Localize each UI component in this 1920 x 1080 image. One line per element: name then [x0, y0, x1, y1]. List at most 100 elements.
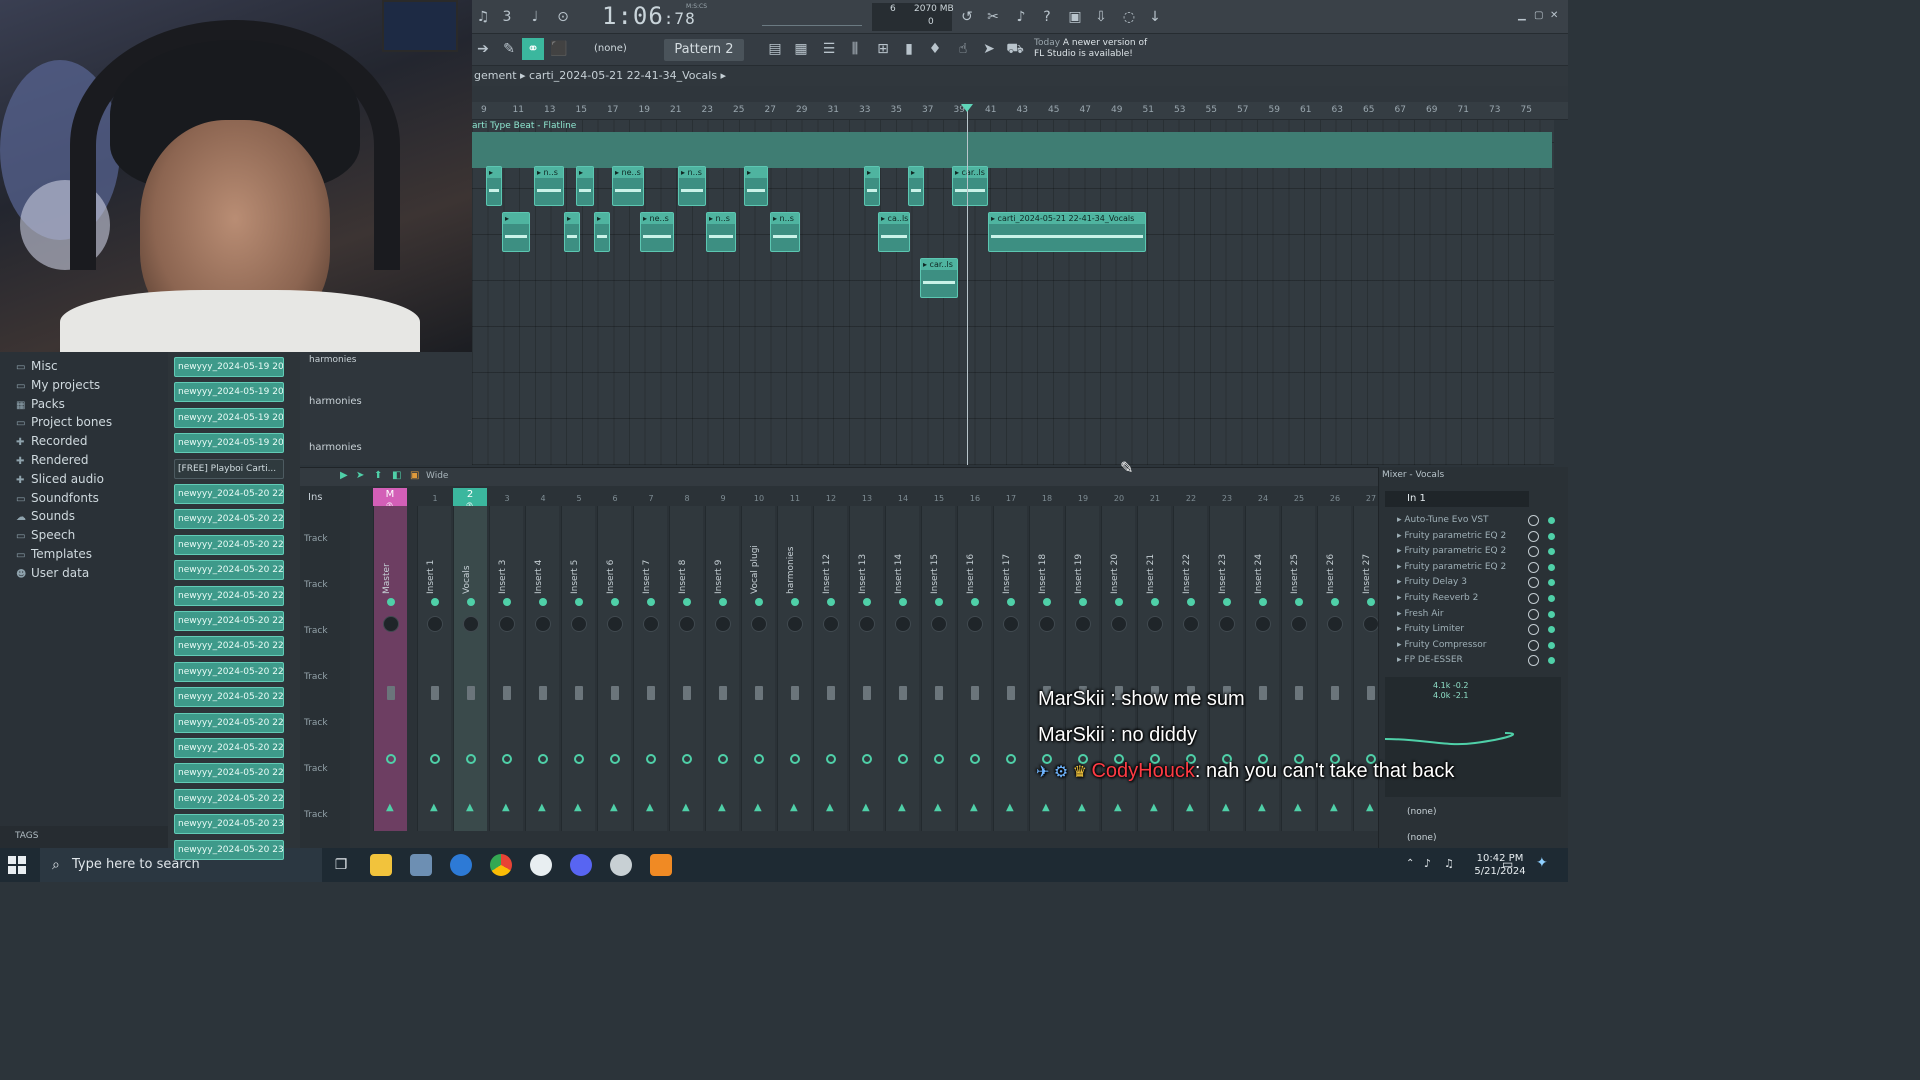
strip-led[interactable] [1079, 598, 1087, 606]
pan-knob[interactable] [1147, 616, 1163, 632]
mixer-strip[interactable]: Vocals ▲ [453, 506, 487, 831]
fx-ring-icon[interactable] [898, 754, 908, 764]
route-arrow-icon[interactable]: ▲ [386, 803, 396, 813]
browser-item-project-bones[interactable]: ▭ Project bones [16, 415, 112, 429]
pan-knob[interactable] [535, 616, 551, 632]
fx-ring-icon[interactable] [754, 754, 764, 764]
mixer-strip[interactable]: 7 Insert 7 ▲ [633, 494, 667, 831]
file-item[interactable]: newyyy_2024-05-20 22-... [174, 788, 284, 809]
route-arrow-icon[interactable]: ▲ [970, 803, 980, 813]
audio-clip[interactable]: ▸ [502, 212, 530, 252]
route-arrow-icon[interactable]: ▲ [1186, 803, 1196, 813]
volume-fader[interactable] [827, 686, 835, 700]
export-icon[interactable]: ⇩ [1090, 6, 1112, 28]
mixer-strip[interactable]: 6 Insert 6 ▲ [597, 494, 631, 831]
volume-fader[interactable] [935, 686, 943, 700]
fx-ring-icon[interactable] [574, 754, 584, 764]
pan-knob[interactable] [607, 616, 623, 632]
pan-knob[interactable] [895, 616, 911, 632]
pan-knob[interactable] [1111, 616, 1127, 632]
route-arrow-icon[interactable]: ▲ [790, 803, 800, 813]
slot-enable-led[interactable] [1548, 641, 1555, 649]
route-arrow-icon[interactable]: ▲ [718, 803, 728, 813]
strip-led[interactable] [1223, 598, 1231, 606]
pan-knob[interactable] [1219, 616, 1235, 632]
volume-fader[interactable] [431, 686, 439, 700]
pan-knob[interactable] [1255, 616, 1271, 632]
route-arrow-icon[interactable]: ▲ [646, 803, 656, 813]
audio-clip[interactable]: ▸ n..s [678, 166, 706, 206]
piano-roll-icon[interactable]: ▦ [790, 38, 812, 60]
obs-icon[interactable] [610, 854, 632, 876]
fx-ring-icon[interactable] [826, 754, 836, 764]
volume-fader[interactable] [611, 686, 619, 700]
mic-tray-icon[interactable]: ♪ [1424, 857, 1431, 870]
mixer-strip[interactable]: 17 Insert 17 ▲ [993, 494, 1027, 831]
pan-knob[interactable] [1291, 616, 1307, 632]
stamp-icon[interactable]: ⬛ [548, 38, 570, 60]
pan-knob[interactable] [1075, 616, 1091, 632]
slot-enable-led[interactable] [1548, 579, 1555, 587]
file-item[interactable]: newyyy_2024-05-20 22-... [174, 763, 284, 784]
mixer-strip[interactable]: 8 Insert 8 ▲ [669, 494, 703, 831]
strip-led[interactable] [1187, 598, 1195, 606]
slot-enable-led[interactable] [1548, 657, 1555, 665]
mix-knob-icon[interactable] [1528, 546, 1539, 558]
pan-knob[interactable] [463, 616, 479, 632]
pan-knob[interactable] [1039, 616, 1055, 632]
pan-knob[interactable] [643, 616, 659, 632]
strip-led[interactable] [755, 598, 763, 606]
volume-fader[interactable] [467, 686, 475, 700]
effect-slot[interactable]: ▸ Fresh Air [1387, 607, 1557, 622]
audio-clip[interactable]: ▸ carti_2024-05-21 22-41-34_Vocals [988, 212, 1146, 252]
browser-item-recorded[interactable]: ✚ Recorded [16, 434, 87, 448]
route-arrow-icon[interactable]: ▲ [682, 803, 692, 813]
strip-led[interactable] [1007, 598, 1015, 606]
route-arrow-icon[interactable]: ▲ [1222, 803, 1232, 813]
strip-led[interactable] [1043, 598, 1051, 606]
strip-led[interactable] [611, 598, 619, 606]
slot-enable-led[interactable] [1548, 626, 1555, 634]
route-icon[interactable]: ➤ [356, 470, 364, 481]
route-arrow-icon[interactable]: ▲ [754, 803, 764, 813]
mixer-icon[interactable]: ⫼ [844, 38, 866, 60]
browser-icon[interactable]: ⊞ [872, 38, 894, 60]
minimize-icon[interactable]: ▁ [1518, 10, 1526, 21]
strip-led[interactable] [899, 598, 907, 606]
pan-knob[interactable] [1363, 616, 1379, 632]
browser-item-templates[interactable]: ▭ Templates [16, 547, 92, 561]
pan-knob[interactable] [427, 616, 443, 632]
fx-ring-icon[interactable] [386, 754, 396, 764]
fx-ring-icon[interactable] [646, 754, 656, 764]
effect-slot[interactable]: ▸ Fruity parametric EQ 2 [1387, 529, 1557, 544]
route-arrow-icon[interactable]: ▲ [538, 803, 548, 813]
file-item[interactable]: newyyy_2024-05-20 22-... [174, 560, 284, 581]
beat-waveform[interactable] [472, 132, 1552, 168]
route-arrow-icon[interactable]: ▲ [466, 803, 476, 813]
file-item[interactable]: newyyy_2024-05-20 22-... [174, 509, 284, 530]
mixer-strip[interactable]: 4 Insert 4 ▲ [525, 494, 559, 831]
route-arrow-icon[interactable]: ▲ [574, 803, 584, 813]
strip-led[interactable] [1151, 598, 1159, 606]
volume-fader[interactable] [575, 686, 583, 700]
file-item[interactable]: newyyy_2024-05-19 20-... [174, 407, 284, 428]
effect-slot[interactable]: ▸ Fruity Delay 3 [1387, 575, 1557, 590]
strip-led[interactable] [1259, 598, 1267, 606]
layout-icon[interactable]: ▣ [410, 470, 419, 481]
route-arrow-icon[interactable]: ▲ [610, 803, 620, 813]
task-view-icon[interactable]: ❐ [330, 854, 352, 876]
cart-icon[interactable]: ⛟ [1004, 38, 1026, 60]
brush-icon[interactable]: ✎ [498, 38, 520, 60]
file-item[interactable]: newyyy_2024-05-20 22-... [174, 712, 284, 733]
route-arrow-icon[interactable]: ▲ [1294, 803, 1304, 813]
windows-start-icon[interactable] [8, 856, 26, 874]
mix-knob-icon[interactable] [1528, 639, 1539, 651]
mix-knob-icon[interactable] [1528, 577, 1539, 589]
mixer-strip[interactable]: 15 Insert 15 ▲ [921, 494, 955, 831]
audio-clip[interactable]: ▸ [486, 166, 502, 206]
route-arrow-icon[interactable]: ▲ [502, 803, 512, 813]
volume-fader[interactable] [971, 686, 979, 700]
taskbar-clock[interactable]: 10:42 PM 5/21/2024 [1472, 852, 1528, 878]
mix-knob-icon[interactable] [1528, 624, 1539, 636]
browser-item-misc[interactable]: ▭ Misc [16, 359, 58, 373]
